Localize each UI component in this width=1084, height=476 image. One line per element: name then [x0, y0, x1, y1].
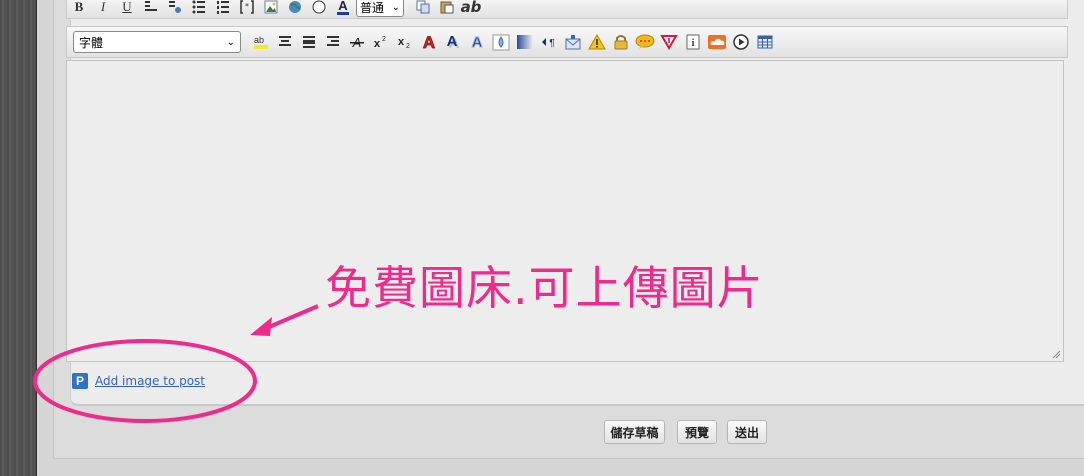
annotation-text: 免費圖床.可上傳圖片	[325, 261, 764, 315]
save-draft-label: 儲存草稿	[610, 425, 659, 440]
submit-button[interactable]: 送出	[727, 420, 767, 444]
annotation-graphics	[33, 304, 319, 423]
annotation-arrow-head-icon	[250, 317, 272, 336]
submit-label: 送出	[734, 425, 759, 440]
preview-button[interactable]: 預覽	[677, 420, 717, 444]
save-draft-button[interactable]: 儲存草稿	[604, 420, 665, 444]
preview-label: 預覽	[684, 425, 709, 440]
annotation-circle	[33, 339, 257, 423]
